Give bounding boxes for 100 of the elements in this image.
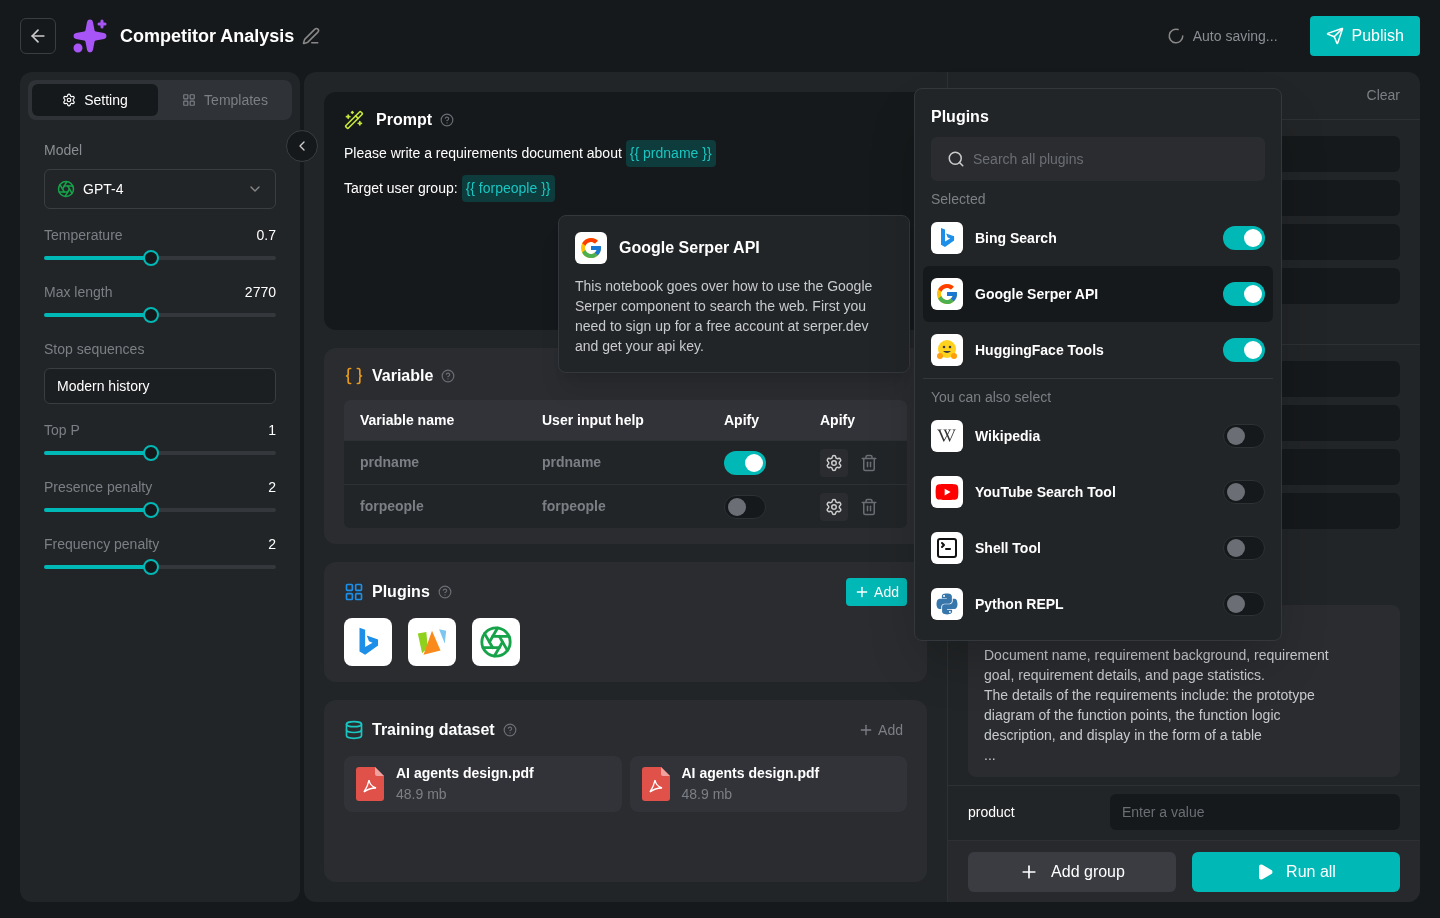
- card-title: Plugins: [372, 582, 430, 602]
- slider-thumb[interactable]: [142, 445, 159, 461]
- plugin-name: Python REPL: [975, 594, 1065, 614]
- add-button[interactable]: Add: [854, 716, 907, 744]
- column-header: User input help: [542, 410, 645, 430]
- back-button[interactable]: [20, 18, 56, 54]
- file-card[interactable]: AI agents design.pdf 48.9 mb: [629, 756, 907, 812]
- blocks-icon: [344, 582, 364, 602]
- slider-track[interactable]: [44, 502, 276, 518]
- slider-track[interactable]: [44, 559, 276, 575]
- plugin-name: YouTube Search Tool: [975, 482, 1117, 502]
- output-text: Document name, requirement background, requirement goal, requirement details, and page statistics.: [984, 646, 1330, 685]
- plugin-name: Google Serper API: [975, 284, 1100, 304]
- slider-track[interactable]: [44, 445, 276, 461]
- magic-wand-icon: [344, 110, 364, 130]
- plugin-name: Bing Search: [975, 228, 1058, 248]
- file-size: 48.9 mb: [396, 785, 448, 804]
- edit-icon[interactable]: [302, 27, 321, 45]
- collapse-button[interactable]: [286, 130, 318, 162]
- slider-label: Temperature: [44, 226, 123, 245]
- tooltip-title: Google Serper API: [619, 238, 760, 258]
- slider-label: Top P: [44, 421, 80, 440]
- send-icon: [1325, 27, 1344, 45]
- slider-label: Presence penalty: [44, 478, 153, 497]
- search-input[interactable]: Search all plugins: [973, 148, 1249, 170]
- plugin-tile[interactable]: [344, 618, 392, 666]
- pdf-file-icon: [641, 767, 670, 801]
- plugin-name: Shell Tool: [975, 538, 1042, 558]
- slider-label: Max length: [44, 283, 113, 302]
- plugin-row[interactable]: HuggingFace Tools: [923, 322, 1273, 378]
- gear-icon: [62, 93, 77, 107]
- slider-thumb[interactable]: [142, 250, 159, 266]
- plugin-row[interactable]: Python REPL: [923, 576, 1273, 632]
- gear-icon: [825, 497, 843, 516]
- plugin-row[interactable]: Shell Tool: [923, 520, 1273, 576]
- prompt-text: Please write a requirements document about: [344, 144, 622, 163]
- grid-icon: [182, 93, 197, 107]
- tooltip-description: This notebook goes over how to use the Google Serper component to search the web. First you need to sign up for a free account at serper.dev and get your api key.: [575, 277, 874, 356]
- file-card[interactable]: AI agents design.pdf 48.9 mb: [344, 756, 622, 812]
- help-icon[interactable]: [441, 369, 456, 383]
- help-icon[interactable]: [502, 723, 517, 737]
- section-heading: Selected: [930, 190, 987, 209]
- help-icon[interactable]: [437, 585, 452, 599]
- search-icon: [947, 150, 965, 168]
- plugin-name: Wikipedia: [975, 426, 1042, 446]
- plugin-tile[interactable]: [472, 618, 520, 666]
- model-dropdown[interactable]: GPT-4: [44, 169, 276, 209]
- stop-sequence-field[interactable]: Modern history: [44, 368, 276, 404]
- field-label: Model: [44, 141, 84, 160]
- toggle-switch[interactable]: [1223, 282, 1265, 306]
- spinner-icon: [1166, 27, 1185, 45]
- toggle-switch[interactable]: [1223, 592, 1265, 616]
- field-label: product: [968, 802, 1015, 822]
- output-text: ...: [984, 746, 997, 765]
- file-size: 48.9 mb: [681, 785, 734, 804]
- slider-thumb[interactable]: [142, 307, 159, 323]
- toggle-switch[interactable]: [1223, 480, 1265, 504]
- file-name: AI agents design.pdf: [396, 764, 534, 783]
- clear-button[interactable]: Clear: [1366, 85, 1400, 106]
- toggle-switch[interactable]: [1223, 226, 1265, 250]
- output-text: The details of the requirements include: the prototype diagram of the function points, the function logic description, and display in the form of a table: [984, 686, 1316, 745]
- sidebar-tab[interactable]: Setting: [32, 84, 158, 116]
- plugin-tile[interactable]: [408, 618, 456, 666]
- toggle-switch[interactable]: [1223, 536, 1265, 560]
- plugin-row[interactable]: Bing Search: [923, 210, 1273, 266]
- toggle-switch[interactable]: [724, 494, 766, 519]
- settings-button[interactable]: [820, 448, 848, 477]
- slider-value: 2770: [244, 283, 276, 302]
- file-name: AI agents design.pdf: [681, 764, 820, 783]
- slider-value: 1: [268, 421, 276, 440]
- plugin-search-field[interactable]: Search all plugins: [931, 137, 1265, 181]
- value-input[interactable]: Enter a value: [1110, 794, 1400, 830]
- slider-track[interactable]: [44, 250, 276, 266]
- slider-value: 2: [268, 478, 276, 497]
- variable-tag: {{ forpeople }}: [461, 175, 555, 202]
- slider-track[interactable]: [44, 307, 276, 323]
- column-header: Variable name: [360, 410, 456, 430]
- toggle-switch[interactable]: [1223, 424, 1265, 448]
- delete-icon[interactable]: [860, 497, 878, 516]
- plugin-name: HuggingFace Tools: [975, 340, 1105, 360]
- toggle-switch[interactable]: [1223, 338, 1265, 362]
- add-group-button[interactable]: Add group: [968, 851, 1176, 892]
- plugin-row[interactable]: Google Serper API: [923, 266, 1273, 322]
- slider-value: 2: [268, 535, 276, 554]
- slider-thumb[interactable]: [142, 502, 159, 518]
- slider-label: Frequency penalty: [44, 535, 160, 554]
- delete-icon[interactable]: [860, 453, 878, 472]
- field-label: Stop sequences: [44, 340, 146, 359]
- table-cell-text: forpeople: [542, 497, 607, 516]
- toggle-switch[interactable]: [724, 450, 766, 475]
- slider-thumb[interactable]: [142, 559, 159, 575]
- database-icon: [344, 720, 364, 740]
- help-icon[interactable]: [440, 113, 454, 127]
- autosave-status: Auto saving...: [1192, 26, 1278, 46]
- plugin-row[interactable]: YouTube Search Tool: [923, 464, 1273, 520]
- plugin-row[interactable]: Wikipedia: [923, 408, 1273, 464]
- braces-icon: [344, 366, 364, 386]
- settings-button[interactable]: [820, 492, 848, 521]
- column-header: Apify: [820, 410, 856, 430]
- section-heading: You can also select: [930, 388, 1053, 407]
